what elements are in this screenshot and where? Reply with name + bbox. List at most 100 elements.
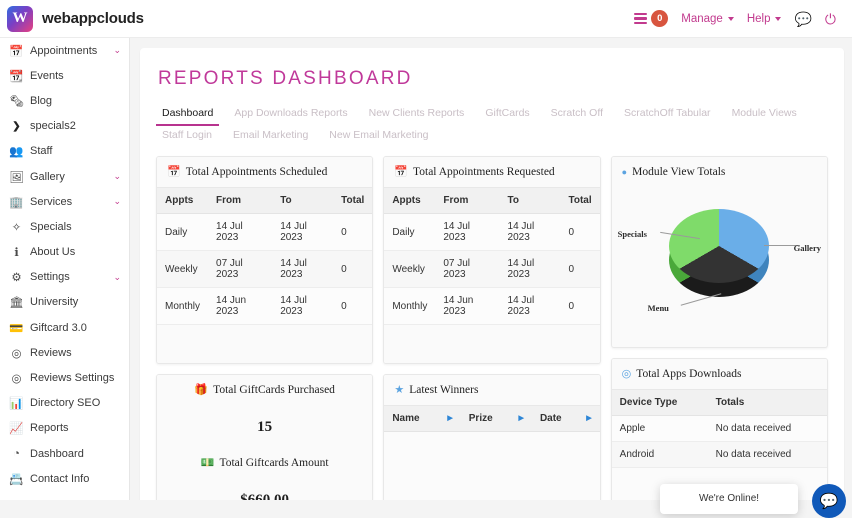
table-row: Daily 14 Jul 2023 14 Jul 2023 0: [157, 213, 373, 251]
column-header[interactable]: Date ▶: [531, 405, 600, 432]
tab-scratch-off[interactable]: Scratch Off: [545, 104, 609, 126]
sort-arrow-icon[interactable]: ▶: [586, 414, 591, 422]
card-appointments-scheduled: 📅 Total Appointments Scheduled Appts From…: [156, 156, 374, 364]
sidebar-item-reviews[interactable]: ◎ Reviews: [0, 340, 129, 365]
chat-widget-message: We're Online!: [698, 493, 760, 504]
notifications-button[interactable]: 0: [634, 10, 669, 27]
card-latest-winners: ★ Latest Winners Name ▶ Prize ▶ Date ▶: [383, 374, 601, 500]
sidebar-item-dashboard[interactable]: ◔ Dashboard: [0, 441, 129, 466]
column-header: To: [499, 187, 561, 214]
table-cell: 14 Jul 2023: [499, 250, 561, 288]
tab-staff-login[interactable]: Staff Login: [156, 126, 218, 146]
card-giftcards: 🎁 Total GiftCards Purchased 15 💵 Total G…: [156, 374, 374, 500]
sidebar-item-label: specials2: [30, 120, 76, 133]
sidebar-item-blog[interactable]: 🗞 Blog: [0, 88, 129, 113]
tab-module-views[interactable]: Module Views: [726, 104, 803, 126]
card-title: Latest Winners: [409, 384, 479, 396]
appointments-scheduled-table: Appts From To Total Daily 14 Jul 2023 14 Jul 2…: [157, 187, 373, 325]
sidebar-item-label: Services: [30, 195, 73, 208]
sparkles-icon: ✧: [11, 221, 22, 234]
star-icon: ★: [394, 383, 405, 396]
giftcards-purchased-value: 15: [257, 419, 273, 435]
sidebar-item-staff[interactable]: 👥 Staff: [0, 139, 129, 164]
tab-giftcards[interactable]: GiftCards: [479, 104, 535, 126]
card-header: 📅 Total Appointments Requested: [384, 157, 600, 187]
notification-count-badge: 0: [651, 10, 669, 27]
chevron-down-icon[interactable]: ⌄: [113, 272, 121, 283]
table-cell: Monthly: [384, 287, 436, 325]
chevron-down-icon[interactable]: ⌄: [113, 45, 121, 56]
chat-widget-popup[interactable]: We're Online!: [660, 484, 798, 514]
sidebar-item-university[interactable]: 🏛 University: [0, 290, 129, 315]
apps-downloads-table: Device Type Totals Apple No data received An…: [611, 389, 827, 468]
sidebar-item-label: Giftcard 3.0: [30, 321, 87, 334]
reviews-icon: ◎: [11, 347, 22, 360]
sort-arrow-icon[interactable]: ▶: [447, 414, 452, 422]
column-header[interactable]: Name ▶: [384, 405, 461, 432]
latest-winners-table[interactable]: Name ▶ Prize ▶ Date ▶: [384, 405, 600, 432]
sidebar-item-specials2[interactable]: ❯ specials2: [0, 114, 129, 139]
table-header-row: Appts From To Total: [384, 187, 600, 214]
tab-app-downloads-reports[interactable]: App Downloads Reports: [228, 104, 353, 126]
gear-icon: ⚙: [11, 272, 22, 285]
sidebar-item-gallery[interactable]: 🖼 Gallery ⌄: [0, 164, 129, 189]
sidebar-item-giftcard-3-0[interactable]: 💳 Giftcard 3.0: [0, 315, 129, 340]
table-cell: 14 Jul 2023: [435, 213, 500, 251]
tab-new-clients-reports[interactable]: New Clients Reports: [363, 104, 471, 126]
table-cell: Monthly: [157, 287, 209, 325]
sidebar-item-label: Reviews: [30, 346, 72, 359]
power-icon[interactable]: ⏻: [825, 12, 836, 26]
table-cell: 0: [560, 287, 600, 325]
reports-tabs[interactable]: Dashboard App Downloads Reports New Client…: [156, 104, 828, 146]
chat-widget-button[interactable]: 💬: [812, 484, 846, 518]
manage-menu[interactable]: Manage: [681, 13, 734, 25]
table-cell: 14 Jul 2023: [208, 213, 273, 251]
brand[interactable]: W webappclouds: [0, 5, 144, 32]
sidebar[interactable]: 📅 Appointments ⌄ 📆 Events 🗞 Blog ❯ specials2 👥 Sta…: [0, 38, 130, 500]
card-title: Total Giftcards Amount: [219, 457, 329, 469]
column-header[interactable]: Prize ▶: [460, 405, 532, 432]
empty-table-area: [384, 432, 600, 500]
sidebar-item-directory-seo[interactable]: 📊 Directory SEO: [0, 391, 129, 416]
chevron-down-icon[interactable]: ⌄: [113, 196, 121, 207]
university-icon: 🏛: [9, 297, 24, 310]
sidebar-item-reviews-settings[interactable]: ◎ Reviews Settings: [0, 365, 129, 390]
help-menu[interactable]: Help: [747, 13, 782, 25]
sidebar-item-label: Events: [30, 69, 64, 82]
card-title: Total Apps Downloads: [636, 368, 742, 380]
sort-arrow-icon[interactable]: ▶: [519, 414, 524, 422]
card-header: 📅 Total Appointments Scheduled: [157, 157, 373, 187]
chat-bubble-icon[interactable]: 💬: [794, 12, 811, 26]
tab-dashboard[interactable]: Dashboard: [156, 104, 220, 126]
sidebar-item-about-us[interactable]: ℹ About Us: [0, 240, 129, 265]
manage-menu-label: Manage: [681, 12, 723, 25]
table-cell: 14 Jul 2023: [272, 287, 334, 325]
sidebar-item-reports[interactable]: 📈 Reports: [0, 416, 129, 441]
table-cell: 0: [560, 213, 600, 251]
sidebar-item-label: Appointments: [30, 44, 98, 57]
table-row: Weekly 07 Jul 2023 14 Jul 2023 0: [384, 250, 600, 288]
sidebar-item-label: Specials: [30, 220, 72, 233]
chevron-down-icon[interactable]: ⌄: [113, 171, 121, 182]
tab-scratchoff-tabular[interactable]: ScratchOff Tabular: [618, 104, 717, 126]
help-menu-label: Help: [746, 12, 771, 25]
sidebar-item-specials[interactable]: ✧ Specials: [0, 214, 129, 239]
card-header: ◎ Total Apps Downloads: [611, 359, 827, 389]
sidebar-item-services[interactable]: 🏢 Services ⌄: [0, 189, 129, 214]
card-header-giftcards-purchased: 🎁 Total GiftCards Purchased: [157, 375, 373, 405]
sidebar-item-label: Staff: [30, 145, 53, 158]
grid-column-1: 📅 Total Appointments Scheduled Appts From…: [156, 156, 374, 500]
calendar-icon: 📅: [167, 165, 181, 178]
sidebar-item-appointments[interactable]: 📅 Appointments ⌄: [0, 38, 129, 63]
tab-new-email-marketing[interactable]: New Email Marketing: [323, 126, 434, 146]
tab-email-marketing[interactable]: Email Marketing: [227, 126, 314, 146]
giftcard-icon: 💳: [9, 322, 24, 335]
sidebar-item-label: Gallery: [30, 170, 65, 183]
sidebar-item-events[interactable]: 📆 Events: [0, 63, 129, 88]
table-header-row: Name ▶ Prize ▶ Date ▶: [384, 405, 600, 432]
sidebar-item-settings[interactable]: ⚙ Settings ⌄: [0, 265, 129, 290]
chevron-right-icon: ❯: [12, 120, 21, 132]
contact-card-icon: 📇: [9, 473, 24, 486]
sidebar-item-label: Blog: [30, 94, 53, 107]
sidebar-item-contact-info[interactable]: 📇 Contact Info: [0, 466, 129, 491]
